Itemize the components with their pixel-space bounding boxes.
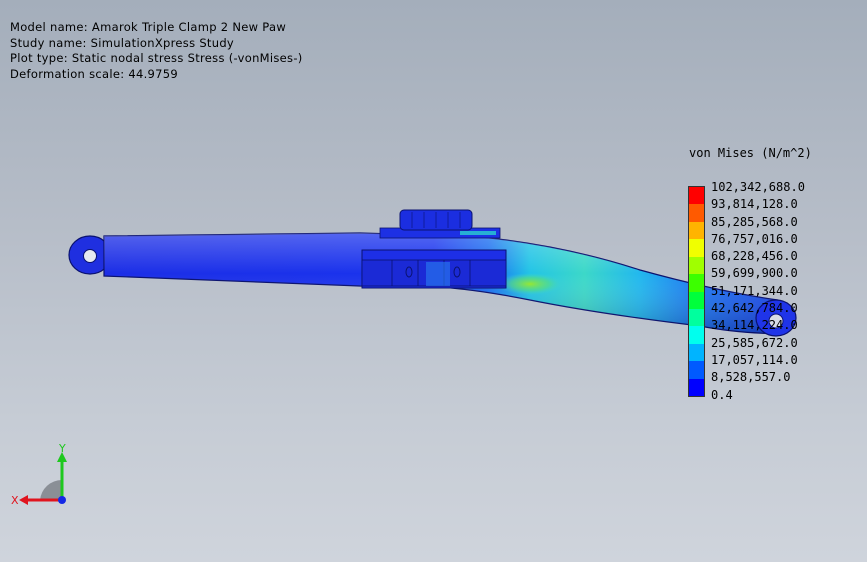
legend-color-segment — [689, 291, 704, 310]
legend-color-segment — [689, 378, 704, 397]
legend-value-label: 102,342,688.0 — [711, 180, 805, 194]
top-boss — [379, 209, 501, 239]
legend-color-segment — [689, 221, 704, 240]
stress-color-scale — [688, 186, 705, 397]
legend-color-segment — [689, 239, 704, 258]
legend-labels: 102,342,688.0 93,814,128.0 85,285,568.0 76,… — [711, 179, 805, 404]
triad-plane-shading — [40, 479, 62, 500]
legend-value-label: 42,642,784.0 — [711, 301, 798, 316]
legend-color-segment — [689, 343, 704, 362]
legend-value-label: 85,285,568.0 — [711, 214, 798, 229]
legend-color-segment — [689, 274, 704, 292]
legend-value-label: 68,228,456.0 — [711, 249, 798, 264]
legend-color-segment — [689, 187, 704, 205]
legend-color-segment — [689, 204, 704, 223]
legend-color-segment — [689, 256, 704, 275]
legend-color-segment — [689, 361, 704, 380]
x-axis-label: X — [11, 494, 19, 507]
clamp-block — [361, 249, 507, 289]
legend-value-label: 0.4 — [711, 387, 733, 402]
x-axis-arrowhead — [19, 495, 28, 505]
legend-value-label: 8,528,557.0 — [711, 370, 791, 385]
legend-value-label: 93,814,128.0 — [711, 197, 798, 212]
legend-color-segment — [689, 326, 704, 345]
legend-value-label: 59,699,900.0 — [711, 266, 798, 281]
legend-title: von Mises (N/m^2) — [689, 146, 812, 160]
legend-color-segment — [689, 308, 704, 327]
stress-hotspot — [498, 273, 562, 295]
legend-value-label: 17,057,114.0 — [711, 352, 798, 367]
legend-value-label: 34,114,224.0 — [711, 318, 798, 333]
z-axis-dot — [58, 496, 66, 504]
axis-triad: Y X — [11, 442, 67, 507]
y-axis-label: Y — [58, 442, 66, 455]
legend-value-label: 25,585,672.0 — [711, 335, 798, 350]
legend-value-label: 76,757,016.0 — [711, 231, 798, 246]
legend-value-label: 51,171,344.0 — [711, 283, 798, 298]
